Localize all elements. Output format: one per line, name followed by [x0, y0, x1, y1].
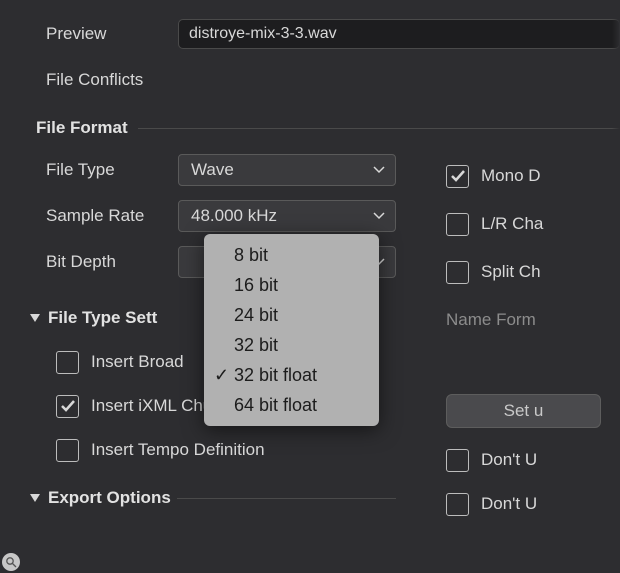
- section-export-options[interactable]: Export Options: [28, 488, 396, 508]
- lr-channels-checkbox[interactable]: [446, 213, 469, 236]
- bit-depth-option[interactable]: ✓32 bit float: [204, 360, 379, 390]
- bit-depth-option[interactable]: ✓16 bit: [204, 270, 379, 300]
- mono-checkbox[interactable]: [446, 165, 469, 188]
- dont-use-b-checkbox[interactable]: [446, 493, 469, 516]
- bit-depth-option[interactable]: ✓8 bit: [204, 240, 379, 270]
- disclosure-triangle-icon: [28, 491, 42, 505]
- chevron-down-icon: [373, 166, 385, 174]
- file-conflicts-label: File Conflicts: [46, 70, 178, 90]
- split-channels-label: Split Ch: [481, 262, 541, 282]
- insert-broadcast-label: Insert Broad: [91, 352, 184, 372]
- sample-rate-value: 48.000 kHz: [191, 206, 277, 226]
- file-type-label: File Type: [46, 160, 178, 180]
- insert-tempo-checkbox[interactable]: [56, 439, 79, 462]
- insert-tempo-label: Insert Tempo Definition: [91, 440, 265, 460]
- bit-depth-option-label: 32 bit float: [234, 365, 317, 386]
- mono-label: Mono D: [481, 166, 541, 186]
- bit-depth-option-label: 64 bit float: [234, 395, 317, 416]
- sample-rate-select[interactable]: 48.000 kHz: [178, 200, 396, 232]
- chevron-down-icon: [373, 212, 385, 220]
- insert-broadcast-checkbox[interactable]: [56, 351, 79, 374]
- preview-label: Preview: [46, 24, 178, 44]
- bit-depth-option-label: 32 bit: [234, 335, 278, 356]
- section-export-options-title: Export Options: [48, 488, 171, 508]
- bit-depth-option-label: 16 bit: [234, 275, 278, 296]
- set-up-button-label: Set u: [504, 401, 544, 421]
- insert-ixml-checkbox[interactable]: [56, 395, 79, 418]
- bit-depth-dropdown-menu[interactable]: ✓8 bit ✓16 bit ✓24 bit ✓32 bit ✓32 bit f…: [204, 234, 379, 426]
- magnifier-icon: [2, 553, 20, 571]
- section-file-format: File Format: [36, 118, 620, 138]
- section-file-type-settings-title: File Type Sett: [48, 308, 157, 328]
- preview-filename-input[interactable]: [178, 19, 620, 49]
- set-up-button[interactable]: Set u: [446, 394, 601, 428]
- dont-use-b-label: Don't U: [481, 494, 537, 514]
- bit-depth-option-label: 24 bit: [234, 305, 278, 326]
- bit-depth-option[interactable]: ✓24 bit: [204, 300, 379, 330]
- section-file-format-title: File Format: [36, 118, 128, 138]
- file-type-select[interactable]: Wave: [178, 154, 396, 186]
- bit-depth-option[interactable]: ✓32 bit: [204, 330, 379, 360]
- bit-depth-option-label: 8 bit: [234, 245, 268, 266]
- bit-depth-label: Bit Depth: [46, 252, 178, 272]
- file-type-value: Wave: [191, 160, 234, 180]
- name-format-link[interactable]: Name Form: [446, 310, 536, 330]
- bit-depth-option[interactable]: ✓64 bit float: [204, 390, 379, 420]
- sample-rate-label: Sample Rate: [46, 206, 178, 226]
- dont-use-a-checkbox[interactable]: [446, 449, 469, 472]
- lr-channels-label: L/R Cha: [481, 214, 543, 234]
- split-channels-checkbox[interactable]: [446, 261, 469, 284]
- dont-use-a-label: Don't U: [481, 450, 537, 470]
- disclosure-triangle-icon: [28, 311, 42, 325]
